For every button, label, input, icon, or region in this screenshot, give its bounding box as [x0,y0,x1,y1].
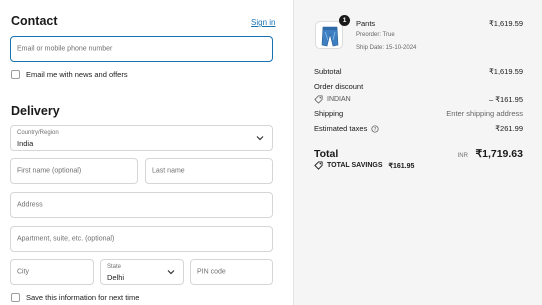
order-discount-label: Order discount [314,82,364,91]
currency-code: INR [457,153,468,159]
total-label: Total [314,148,339,160]
country-select[interactable]: Country/Region India [10,125,273,151]
apartment-placeholder: Apartment, suite, etc. (optional) [17,235,115,243]
tag-icon [314,161,323,170]
ship-date-info: Ship Date: 15-10-2024 [356,45,417,51]
save-info-label: Save this information for next time [26,293,140,302]
taxes-value: ₹261.99 [495,124,523,133]
state-label: State [107,264,122,270]
savings-value: ₹161.95 [388,162,415,170]
city-placeholder: City [17,268,30,276]
preorder-info: Preorder: True [356,32,395,38]
order-summary-panel: 1 Pants Preorder: True Ship Date: 15-10-… [293,0,542,305]
contact-heading: Contact [11,14,58,28]
quantity-badge: 1 [339,15,350,26]
discount-amount-row: – ₹161.95 [314,95,523,104]
sign-in-link[interactable]: Sign in [251,18,275,27]
last-name-field[interactable]: Last name [145,158,273,184]
email-field[interactable]: Email or mobile phone number [10,36,273,62]
first-name-field[interactable]: First name (optional) [10,158,138,184]
taxes-row: Estimated taxes ? ₹261.99 [314,124,523,133]
product-price: ₹1,619.59 [489,19,523,28]
newsletter-label: Email me with news and offers [26,70,128,79]
subtotal-value: ₹1,619.59 [489,67,523,76]
discount-value: – ₹161.95 [489,95,523,104]
newsletter-checkbox[interactable] [11,70,20,79]
total-value: ₹1,719.63 [475,148,523,160]
info-icon[interactable]: ? [371,124,379,133]
apartment-field[interactable]: Apartment, suite, etc. (optional) [10,226,273,252]
product-name: Pants [356,19,376,28]
state-select[interactable]: State Delhi [100,259,184,285]
email-placeholder: Email or mobile phone number [17,45,113,53]
first-name-placeholder: First name (optional) [17,167,82,175]
total-savings: TOTAL SAVINGS ₹161.95 [314,161,414,170]
total-row: Total INR ₹1,719.63 [314,144,523,162]
chevron-down-icon [256,136,264,141]
product-thumbnail [315,21,343,49]
address-placeholder: Address [17,201,43,209]
chevron-down-icon [167,270,175,275]
pants-image [321,26,339,47]
address-field[interactable]: Address [10,192,273,218]
subtotal-row: Subtotal ₹1,619.59 [314,67,523,76]
savings-label: TOTAL SAVINGS [327,162,383,169]
checkout-form-panel: Contact Sign in Email or mobile phone nu… [0,0,293,305]
delivery-heading: Delivery [11,104,60,118]
shipping-label: Shipping [314,109,344,118]
order-discount-row: Order discount [314,82,523,91]
taxes-label: Estimated taxes [314,124,368,133]
save-info-checkbox[interactable] [11,293,20,302]
country-label: Country/Region [17,130,59,136]
newsletter-option[interactable]: Email me with news and offers [11,70,128,79]
pin-code-placeholder: PIN code [197,268,226,276]
pin-code-field[interactable]: PIN code [190,259,273,285]
shipping-value: Enter shipping address [446,109,523,118]
city-field[interactable]: City [10,259,94,285]
state-value: Delhi [107,273,125,282]
last-name-placeholder: Last name [152,167,185,175]
country-value: India [17,139,34,148]
shipping-row: Shipping Enter shipping address [314,109,523,118]
save-info-option[interactable]: Save this information for next time [11,293,139,302]
subtotal-label: Subtotal [314,67,342,76]
